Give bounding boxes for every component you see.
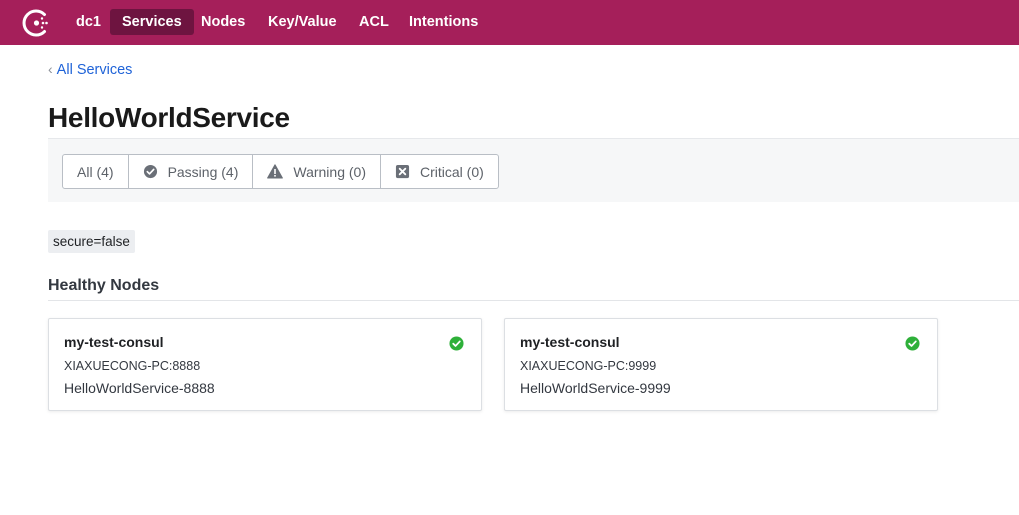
breadcrumb-label: All Services <box>56 62 133 78</box>
nav-acl[interactable]: ACL <box>347 9 401 35</box>
nav-key-value[interactable]: Key/Value <box>256 9 349 35</box>
healthy-nodes-heading: Healthy Nodes <box>48 277 160 294</box>
datacenter-selector[interactable]: dc1 <box>64 9 113 35</box>
filter-critical-label: Critical (0) <box>420 163 484 180</box>
service-tag: secure=false <box>48 230 135 253</box>
node-address: XIAXUECONG-PC:8888 <box>64 359 201 373</box>
service-id: HelloWorldService-9999 <box>520 380 671 396</box>
page-title: HelloWorldService <box>48 102 290 133</box>
section-divider <box>48 300 1019 301</box>
filter-all-label: All (4) <box>77 163 114 180</box>
filter-passing-label: Passing (4) <box>167 163 239 180</box>
filter-warning-label: Warning (0) <box>293 163 366 180</box>
x-square-icon <box>395 164 410 179</box>
filter-passing[interactable]: Passing (4) <box>129 155 254 188</box>
filter-all[interactable]: All (4) <box>63 155 129 188</box>
health-filter-bar: All (4) Passing (4) Warning (0) Critical… <box>48 138 1019 202</box>
healthy-node-card[interactable]: my-test-consul XIAXUECONG-PC:8888 HelloW… <box>48 318 482 411</box>
nav-services[interactable]: Services <box>110 9 194 35</box>
node-name: my-test-consul <box>64 334 164 350</box>
top-navigation-bar: dc1 Services Nodes Key/Value ACL Intenti… <box>0 0 1019 45</box>
warning-triangle-icon <box>267 164 284 179</box>
node-address: XIAXUECONG-PC:9999 <box>520 359 657 373</box>
check-circle-icon <box>143 164 157 179</box>
health-filter-group: All (4) Passing (4) Warning (0) Critical… <box>62 154 499 189</box>
consul-logo-icon[interactable] <box>22 8 52 38</box>
chevron-left-icon: ‹ <box>48 61 53 77</box>
filter-critical[interactable]: Critical (0) <box>381 155 498 188</box>
service-id: HelloWorldService-8888 <box>64 380 215 396</box>
check-circle-icon <box>449 336 464 351</box>
filter-warning[interactable]: Warning (0) <box>253 155 381 188</box>
nav-nodes[interactable]: Nodes <box>189 9 257 35</box>
nav-intentions[interactable]: Intentions <box>397 9 490 35</box>
healthy-node-card[interactable]: my-test-consul XIAXUECONG-PC:9999 HelloW… <box>504 318 938 411</box>
node-name: my-test-consul <box>520 334 620 350</box>
breadcrumb-all-services[interactable]: ‹ All Services <box>48 59 132 79</box>
check-circle-icon <box>905 336 920 351</box>
